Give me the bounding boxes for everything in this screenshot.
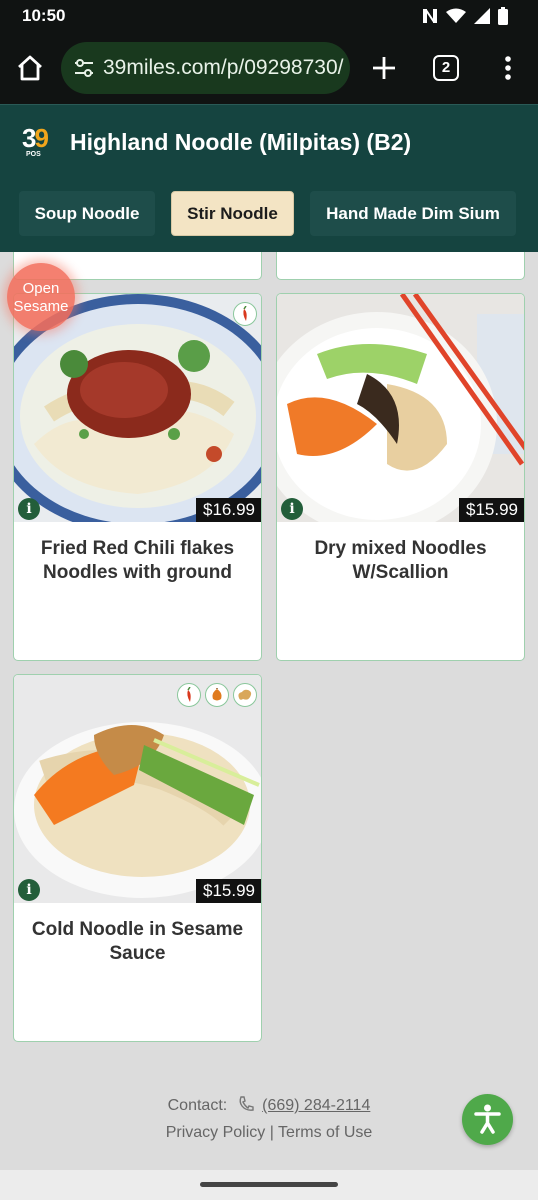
home-button[interactable]	[14, 52, 46, 84]
menu-item-card[interactable]: i $15.99 Cold Noodle in Sesame Sauce	[13, 674, 262, 1042]
gesture-handle[interactable]	[200, 1182, 338, 1187]
item-price: $15.99	[459, 498, 524, 522]
info-icon[interactable]: i	[281, 498, 303, 520]
info-icon[interactable]: i	[18, 498, 40, 520]
home-icon	[18, 55, 42, 81]
status-icons	[422, 7, 508, 30]
wifi-icon	[446, 8, 466, 29]
terms-of-use-link[interactable]: Terms of Use	[278, 1124, 372, 1141]
open-sesame-button[interactable]: Open Sesame	[7, 263, 75, 331]
tab-soup-noodle[interactable]: Soup Noodle	[19, 191, 155, 236]
nfc-icon	[422, 8, 438, 29]
menu-content: i $16.99 Fried Red Chili flakes Noodles …	[0, 252, 538, 1170]
url-bar[interactable]: 39miles.com/p/09298730/	[61, 42, 350, 94]
menu-item-card-partial[interactable]	[276, 252, 525, 280]
url-text[interactable]: 39miles.com/p/09298730/	[103, 56, 344, 80]
new-tab-button[interactable]	[368, 52, 400, 84]
item-image[interactable]: i $15.99	[14, 675, 261, 903]
phone-link[interactable]: (669) 284-2114	[262, 1097, 370, 1114]
brand-logo: 39 POS	[22, 123, 60, 161]
chili-pepper-icon	[177, 683, 201, 707]
browser-toolbar: 39miles.com/p/09298730/ 2	[0, 32, 538, 104]
tab-hand-made-dim-sium[interactable]: Hand Made Dim Sium	[310, 191, 516, 236]
logo-number: 39	[22, 123, 49, 153]
status-time: 10:50	[22, 6, 66, 25]
accessibility-icon	[474, 1104, 501, 1134]
store-header: 39 POS Highland Noodle (Milpitas) (B2) S…	[0, 104, 538, 252]
privacy-policy-link[interactable]: Privacy Policy	[166, 1124, 266, 1141]
accessibility-button[interactable]	[462, 1094, 513, 1145]
status-bar: 10:50	[0, 0, 538, 32]
item-name[interactable]: Dry mixed Noodles W/Scallion	[287, 537, 514, 585]
tab-switcher-button[interactable]: 2	[433, 55, 459, 81]
item-badges	[177, 683, 257, 707]
tab-stir-noodle[interactable]: Stir Noodle	[171, 191, 294, 236]
nut-icon	[205, 683, 229, 707]
logo-sub: POS	[26, 151, 41, 158]
more-vert-icon	[505, 56, 511, 80]
site-settings-icon[interactable]	[73, 57, 95, 79]
menu-item-card[interactable]: i $16.99 Fried Red Chili flakes Noodles …	[13, 293, 262, 661]
item-name[interactable]: Fried Red Chili flakes Noodles with grou…	[24, 537, 251, 585]
chili-pepper-icon	[233, 302, 257, 326]
phone-icon	[232, 1096, 262, 1114]
overflow-menu-button[interactable]	[496, 52, 520, 84]
item-name[interactable]: Cold Noodle in Sesame Sauce	[24, 918, 251, 966]
battery-icon	[498, 7, 508, 30]
footer-links: Privacy Policy | Terms of Use	[0, 1124, 538, 1142]
menu-item-card[interactable]: i $15.99 Dry mixed Noodles W/Scallion	[276, 293, 525, 661]
plus-icon	[373, 57, 395, 79]
peanut-icon	[233, 683, 257, 707]
item-price: $16.99	[196, 498, 261, 522]
item-badges	[233, 302, 257, 326]
footer-contact: Contact: (669) 284-2114	[0, 1096, 538, 1115]
footer-separator: |	[269, 1124, 274, 1141]
signal-icon	[474, 8, 490, 29]
system-nav-bar	[0, 1170, 538, 1200]
info-icon[interactable]: i	[18, 879, 40, 901]
store-title: Highland Noodle (Milpitas) (B2)	[70, 129, 412, 155]
item-price: $15.99	[196, 879, 261, 903]
item-image[interactable]: i $15.99	[277, 294, 524, 522]
contact-label: Contact:	[167, 1097, 228, 1114]
